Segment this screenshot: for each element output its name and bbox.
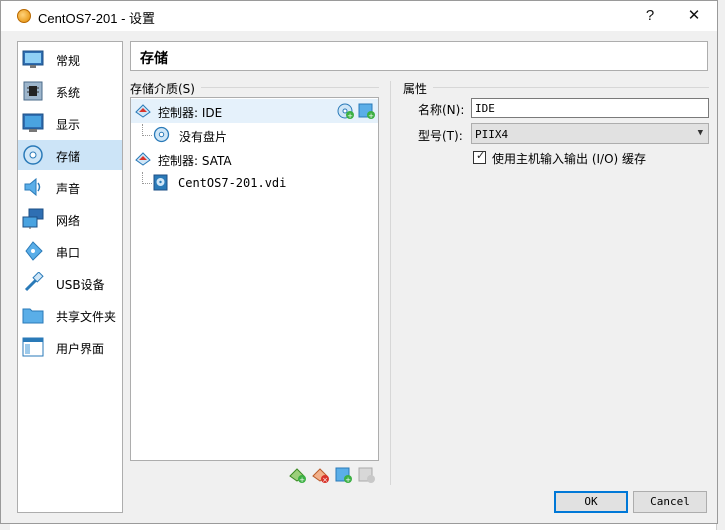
display-monitor-icon (22, 113, 44, 132)
separator (201, 87, 379, 88)
checkmark-icon: ✓ (476, 149, 486, 162)
network-icon (22, 208, 44, 229)
svg-text:+: + (368, 112, 374, 120)
tree-item-ide-controller[interactable]: 控制器: IDE + + (131, 99, 378, 123)
nav-item-audio[interactable]: 声音 (18, 172, 122, 202)
nav-item-network[interactable]: 网络 (18, 204, 122, 234)
ok-button[interactable]: OK (554, 491, 628, 513)
attributes-label: 属性 (403, 82, 428, 96)
add-attachment-icon[interactable]: + (335, 466, 353, 484)
controller-type-select[interactable]: PIIX4 ▼ (471, 123, 709, 144)
tree-item-label: 控制器: IDE (158, 106, 223, 120)
nav-label: 声音 (56, 182, 81, 196)
nav-label: 显示 (56, 118, 81, 132)
serial-port-icon (25, 241, 43, 261)
virtualbox-app-icon (17, 9, 31, 23)
window-title: CentOS7-201 - 设置 (38, 11, 156, 26)
controller-icon (135, 104, 151, 118)
shared-folder-icon (22, 308, 44, 324)
nav-label: 系统 (56, 86, 81, 100)
nav-label: 串口 (56, 246, 81, 260)
add-controller-icon[interactable]: + (289, 466, 307, 484)
nav-label: 共享文件夹 (56, 310, 117, 324)
tree-item-sata-controller[interactable]: 控制器: SATA (131, 147, 378, 171)
audio-speaker-icon (24, 177, 41, 197)
nav-label: 常规 (56, 54, 81, 68)
storage-disk-icon (23, 145, 43, 165)
controller-icon (135, 152, 151, 166)
storage-tree: 控制器: IDE + + 没有盘片 控制器: SATA CentOS7-201.… (130, 97, 379, 461)
svg-text:+: + (299, 476, 305, 484)
panel-splitter[interactable] (390, 81, 391, 485)
host-io-cache-label[interactable]: 使用主机输入输出 (I/O) 缓存 (492, 150, 646, 167)
add-hard-disk-icon[interactable]: + (358, 102, 376, 120)
settings-nav-list: 常规 系统 显示 存储 声音 网络 串口 USB设备 共享文件夹 用户界面 (17, 41, 123, 513)
settings-dialog: CentOS7-201 - 设置 ? ✕ 常规 系统 显示 存储 声音 网络 串… (0, 0, 718, 524)
nav-item-usb[interactable]: USB设备 (18, 268, 122, 298)
tree-item-label: 控制器: SATA (158, 154, 232, 168)
nav-label: 用户界面 (56, 342, 105, 356)
remove-attachment-icon[interactable] (358, 466, 376, 484)
svg-text:+: + (347, 112, 353, 120)
user-interface-icon (22, 337, 44, 357)
controller-name-input[interactable]: IDE (471, 98, 709, 118)
close-button[interactable]: ✕ (679, 5, 709, 27)
tree-item-label: CentOS7-201.vdi (178, 176, 287, 190)
nav-item-storage[interactable]: 存储 (18, 140, 122, 170)
nav-item-general[interactable]: 常规 (18, 44, 122, 74)
nav-item-display[interactable]: 显示 (18, 108, 122, 138)
tree-item-label: 没有盘片 (179, 130, 228, 144)
page-title: 存储 (140, 51, 168, 67)
nav-label: 网络 (56, 214, 81, 228)
general-monitor-icon (22, 50, 44, 68)
usb-icon (24, 272, 44, 292)
nav-item-shared-folders[interactable]: 共享文件夹 (18, 300, 122, 330)
name-label: 名称(N): (418, 103, 465, 117)
controller-type-value: PIIX4 (475, 128, 509, 141)
nav-item-user-interface[interactable]: 用户界面 (18, 332, 122, 362)
nav-label: USB设备 (56, 278, 105, 292)
host-io-cache-checkbox[interactable]: ✓ (473, 149, 486, 164)
nav-item-serial[interactable]: 串口 (18, 236, 122, 266)
tree-item-empty-optical[interactable]: 没有盘片 (131, 123, 378, 147)
optical-disc-icon (153, 126, 170, 143)
chevron-down-icon: ▼ (697, 128, 703, 138)
storage-devices-label: 存储介质(S) (130, 82, 195, 96)
help-button[interactable]: ? (635, 5, 665, 27)
svg-text:+: + (345, 476, 351, 484)
remove-controller-icon[interactable]: × (312, 466, 330, 484)
svg-text:×: × (322, 476, 328, 484)
page-header: 存储 (130, 41, 708, 71)
separator (433, 87, 709, 88)
cancel-button[interactable]: Cancel (633, 491, 707, 513)
nav-label: 存储 (56, 150, 81, 164)
system-chip-icon (23, 81, 43, 101)
add-optical-drive-icon[interactable]: + (337, 102, 355, 120)
tree-item-hard-disk[interactable]: CentOS7-201.vdi (131, 171, 378, 195)
nav-item-system[interactable]: 系统 (18, 76, 122, 106)
hard-disk-icon (153, 174, 168, 191)
type-label: 型号(T): (418, 129, 463, 143)
title-bar: CentOS7-201 - 设置 ? ✕ (1, 1, 717, 31)
